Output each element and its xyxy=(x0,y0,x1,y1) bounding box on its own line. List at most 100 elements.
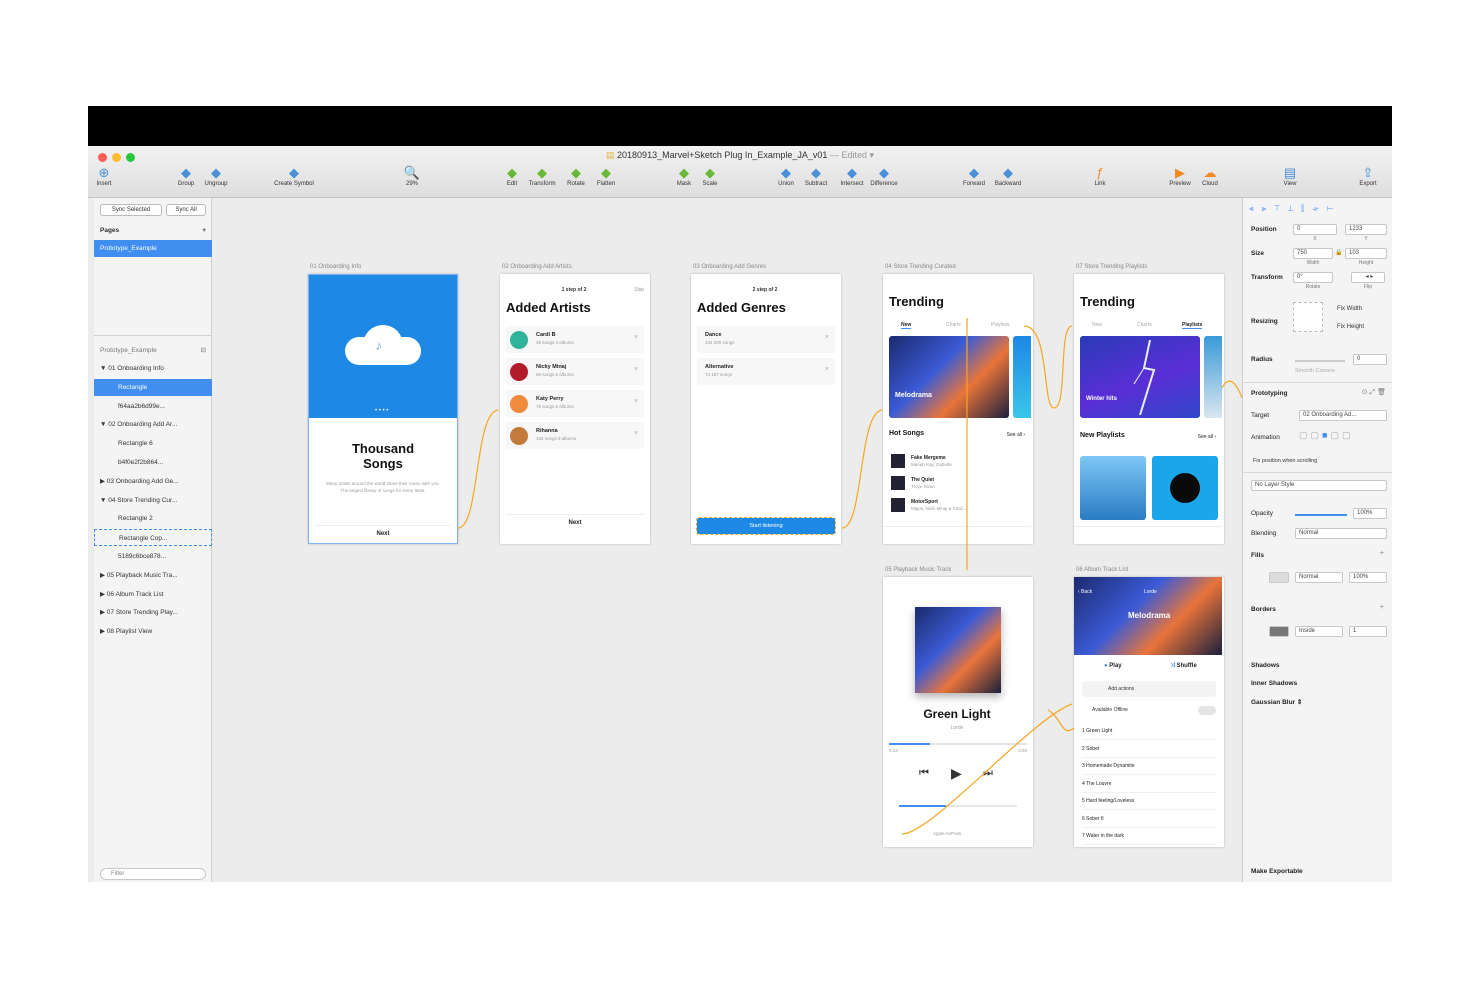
gaussian-blur-section[interactable]: Gaussian Blur ⇕ xyxy=(1251,698,1302,706)
remove-icon[interactable]: × xyxy=(825,366,829,373)
radius-field[interactable]: 0 xyxy=(1353,354,1387,365)
track-row[interactable]: 1 Green Light xyxy=(1082,723,1216,740)
canvas[interactable]: 01 Onboarding Info ♪ • • • • Thousand So… xyxy=(212,198,1242,882)
volume-slider[interactable] xyxy=(899,805,1017,807)
artist-cell[interactable]: Nicky Minaj 88 songs 6 albums × xyxy=(506,358,644,385)
tab-charts[interactable]: Charts xyxy=(946,322,961,328)
add-actions-row[interactable]: Add actions xyxy=(1082,681,1216,697)
track-row[interactable]: 5 Hard feeling/Loveless xyxy=(1082,793,1216,810)
featured-playlist-card[interactable]: Winter hits xyxy=(1080,336,1200,418)
remove-icon[interactable]: × xyxy=(634,430,638,437)
layer-item[interactable]: ▼ 02 Onboarding Add Ar... xyxy=(94,416,212,433)
remove-icon[interactable]: × xyxy=(634,366,638,373)
song-row[interactable]: The Quiet Troye Sivan xyxy=(891,476,1025,492)
tab-charts[interactable]: Charts xyxy=(1137,322,1152,328)
toolbar-view-button[interactable]: ▤ View xyxy=(1268,164,1312,187)
y-field[interactable]: 1233 xyxy=(1345,224,1387,235)
flip-buttons[interactable]: ◂ ▸ xyxy=(1351,272,1385,283)
layer-item[interactable]: ▶ 06 Album Track List xyxy=(94,586,212,603)
blending-select[interactable]: Normal xyxy=(1295,528,1387,539)
genre-cell[interactable]: Alternative 74 187 songs × xyxy=(697,358,835,385)
artboard-onboarding-add-genres[interactable]: 2 step of 2 Added Genres Dance 344 000 so… xyxy=(691,274,841,544)
fix-scroll-checkbox[interactable]: Fix position when scrolling xyxy=(1253,458,1317,464)
tab-new[interactable]: New xyxy=(1092,322,1102,328)
height-field[interactable]: 103 xyxy=(1345,248,1387,259)
track-row[interactable]: 3 Homemade Dynamite xyxy=(1082,758,1216,775)
next-playlist-card[interactable] xyxy=(1204,336,1222,418)
layer-item[interactable]: Rectangle Cop... xyxy=(94,529,212,547)
sync-selected-button[interactable]: Sync Selected xyxy=(100,204,162,216)
track-row[interactable]: 7 Water in the dark xyxy=(1082,828,1216,845)
x-field[interactable]: 0 xyxy=(1293,224,1337,235)
toolbar-29--button[interactable]: 🔍 29% xyxy=(390,164,434,187)
artist-cell[interactable]: Rihanna 102 songs 8 albums × xyxy=(506,422,644,449)
target-select[interactable]: 02 Onboarding Ad... xyxy=(1299,410,1387,421)
artboard-label[interactable]: 05 Playback Music Track xyxy=(885,567,951,573)
layer-item[interactable]: ▶ 07 Store Trending Play... xyxy=(94,604,212,621)
layer-item[interactable]: ▼ 01 Onboarding Info xyxy=(94,360,212,377)
remove-icon[interactable]: × xyxy=(825,334,829,341)
layer-item[interactable]: 5189c6bce878... xyxy=(94,548,212,565)
playlist-cover[interactable] xyxy=(1080,456,1146,520)
see-all-link[interactable]: See all › xyxy=(1198,434,1216,440)
width-field[interactable]: 750 xyxy=(1293,248,1333,259)
toolbar-difference-button[interactable]: ◆ Difference xyxy=(862,164,906,187)
layer-item[interactable]: Rectangle 2 xyxy=(94,510,212,527)
radius-slider[interactable] xyxy=(1295,360,1345,362)
artboard-album-track-list[interactable]: ‹ Back Lorde Melodrama ● Play ⤨ Shuffle … xyxy=(1074,577,1224,847)
play-button[interactable]: ● Play xyxy=(1104,663,1122,669)
artboard-label[interactable]: 07 Store Trending Playlists xyxy=(1076,264,1147,270)
add-fill-icon[interactable]: + xyxy=(1380,550,1384,557)
artboard-playback-music-track[interactable]: Green Light Lorde 0:14 -3:50 ⏮ ▶ ⏭ Apple… xyxy=(883,577,1033,847)
filter-field[interactable]: Filter xyxy=(100,868,206,880)
next-button[interactable]: Next xyxy=(315,525,451,541)
genre-cell[interactable]: Dance 344 000 songs × xyxy=(697,326,835,353)
toolbar-flatten-button[interactable]: ◆ Flatten xyxy=(584,164,628,187)
toolbar-insert-button[interactable]: ⊕ Insert xyxy=(88,164,126,187)
rotate-field[interactable]: 0° xyxy=(1293,272,1333,283)
layer-item[interactable]: b4f0e2f2b864... xyxy=(94,454,212,471)
page-item-prototype-example[interactable]: Prototype_Example xyxy=(94,240,212,257)
opacity-field[interactable]: 100% xyxy=(1353,508,1387,519)
next-icon[interactable]: ⏭ xyxy=(983,767,993,780)
back-button[interactable]: ‹ Back xyxy=(1078,589,1092,595)
border-color-well[interactable] xyxy=(1269,626,1289,637)
toolbar-backward-button[interactable]: ◆ Backward xyxy=(986,164,1030,187)
tab-playlists[interactable]: Playlists xyxy=(1182,322,1203,329)
remove-icon[interactable]: × xyxy=(634,334,638,341)
artboard-store-trending-curated[interactable]: Trending New Charts Playlists Melodrama Ho… xyxy=(883,274,1033,544)
sync-all-button[interactable]: Sync All xyxy=(166,204,206,216)
layer-item[interactable]: Rectangle 6 xyxy=(94,435,212,452)
fill-color-well[interactable] xyxy=(1269,572,1289,583)
add-border-icon[interactable]: + xyxy=(1380,604,1384,611)
track-row[interactable]: 4 The Louvre xyxy=(1082,776,1216,793)
featured-album-card[interactable]: Melodrama xyxy=(889,336,1009,418)
progress-track[interactable] xyxy=(889,743,1027,745)
opacity-slider[interactable] xyxy=(1295,514,1347,516)
link-options-icons[interactable]: ⊙ ⤢ 🗑 xyxy=(1362,388,1386,397)
layer-item[interactable]: Rectangle xyxy=(94,378,212,396)
shuffle-button[interactable]: ⤨ Shuffle xyxy=(1170,663,1197,670)
next-button[interactable]: Next xyxy=(506,514,644,530)
toolbar-create-symbol-button[interactable]: ◆ Create Symbol xyxy=(272,164,316,187)
toolbar-ungroup-button[interactable]: ◆ Ungroup xyxy=(194,164,238,187)
tab-playlists[interactable]: Playlists xyxy=(991,322,1009,328)
artboard-onboarding-add-artists[interactable]: 1 step of 2 Skip Added Artists Cardi B 38… xyxy=(500,274,650,544)
layer-item[interactable]: ▼ 04 Store Trending Cur... xyxy=(94,492,212,509)
song-row[interactable]: Fake Mergeme Mariah Kay, Gabutte xyxy=(891,454,1025,470)
shadows-section[interactable]: Shadows xyxy=(1251,662,1280,669)
toolbar-link-button[interactable]: ƒ Link xyxy=(1078,164,1122,187)
remove-icon[interactable]: × xyxy=(634,398,638,405)
artboard-label[interactable]: 04 Store Trending Curated xyxy=(885,264,956,270)
artboard-label[interactable]: 03 Onboarding Add Genres xyxy=(693,264,766,270)
next-album-card[interactable] xyxy=(1013,336,1031,418)
inner-shadows-section[interactable]: Inner Shadows xyxy=(1251,680,1297,687)
toolbar-cloud-button[interactable]: ☁ Cloud xyxy=(1188,164,1232,187)
resizing-widget[interactable] xyxy=(1293,302,1323,332)
border-thickness-field[interactable]: 1 xyxy=(1349,626,1387,637)
see-all-link[interactable]: See all › xyxy=(1007,432,1025,438)
offline-toggle[interactable] xyxy=(1198,706,1216,715)
artist-cell[interactable]: Katy Perry 75 songs 6 albums × xyxy=(506,390,644,417)
fill-opacity-field[interactable]: 100% xyxy=(1349,572,1387,583)
lock-icon[interactable]: 🔒 xyxy=(1335,249,1342,256)
